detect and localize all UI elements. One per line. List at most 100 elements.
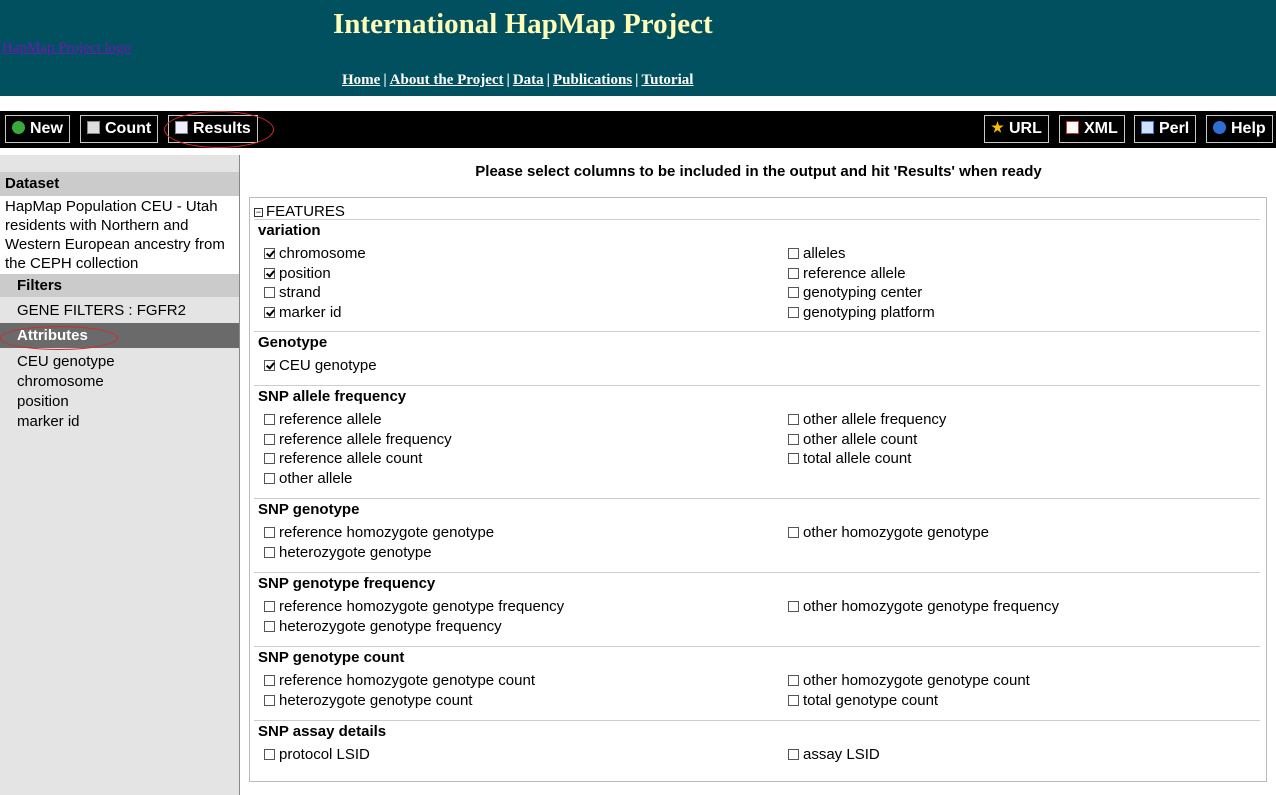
attribute-option[interactable]: heterozygote genotype count xyxy=(264,691,472,711)
filters-heading[interactable]: Filters xyxy=(0,274,239,297)
attribute-checkbox[interactable] xyxy=(788,694,799,706)
nav-link-home[interactable]: Home xyxy=(342,72,380,88)
attribute-option[interactable]: other homozygote genotype xyxy=(788,523,989,543)
nav-link-tutorial[interactable]: Tutorial xyxy=(641,72,693,88)
hapmap-logo-link[interactable]: HapMap Project logo xyxy=(2,40,131,57)
attribute-option[interactable]: other homozygote genotype frequency xyxy=(788,597,1059,617)
sidebar: Dataset HapMap Population CEU - Utah res… xyxy=(0,155,240,795)
attribute-checkbox[interactable] xyxy=(788,306,799,318)
attribute-checkbox[interactable] xyxy=(264,749,275,760)
attribute-option[interactable]: total allele count xyxy=(788,449,911,469)
attribute-checkbox[interactable] xyxy=(788,267,799,279)
attribute-checkbox[interactable] xyxy=(788,414,799,425)
attribute-checkbox[interactable] xyxy=(264,248,275,259)
attribute-checkbox[interactable] xyxy=(264,601,275,612)
new-button[interactable]: New xyxy=(5,115,70,143)
attribute-checkbox[interactable] xyxy=(788,453,799,464)
attribute-summary-item: chromosome xyxy=(17,373,104,390)
instruction-text: Please select columns to be included in … xyxy=(475,163,1042,180)
attribute-option[interactable]: reference allele count xyxy=(264,449,422,469)
attribute-option-label: heterozygote genotype xyxy=(279,543,432,561)
attribute-checkbox[interactable] xyxy=(264,472,275,484)
attribute-option-label: heterozygote genotype frequency xyxy=(279,617,502,635)
refresh-icon xyxy=(12,121,25,134)
attribute-checkbox[interactable] xyxy=(264,414,275,425)
attribute-checkbox[interactable] xyxy=(264,360,275,371)
nav-link-about[interactable]: About the Project xyxy=(390,72,504,88)
attribute-option[interactable]: heterozygote genotype xyxy=(264,543,432,563)
features-group-header[interactable]: − FEATURES xyxy=(254,203,345,220)
url-button[interactable]: URL xyxy=(984,115,1049,143)
attribute-option[interactable]: protocol LSID xyxy=(264,745,370,765)
attribute-checkbox[interactable] xyxy=(264,694,275,706)
collapse-icon[interactable]: − xyxy=(254,208,263,217)
attribute-option-label: other allele xyxy=(279,469,353,487)
attribute-option[interactable]: other allele frequency xyxy=(788,410,946,430)
attribute-option[interactable]: genotyping platform xyxy=(788,303,935,323)
attribute-checkbox[interactable] xyxy=(788,248,799,259)
attribute-checkbox[interactable] xyxy=(264,675,275,686)
attribute-checkbox[interactable] xyxy=(788,433,799,445)
attribute-option-label: other allele count xyxy=(803,430,918,448)
attributes-heading[interactable]: Attributes xyxy=(0,323,239,348)
attribute-option-label: marker id xyxy=(279,303,342,321)
dataset-heading[interactable]: Dataset xyxy=(0,172,239,196)
attribute-option-label: reference homozygote genotype count xyxy=(279,672,536,689)
attribute-checkbox[interactable] xyxy=(264,287,275,298)
site-header: HapMap Project logo International HapMap… xyxy=(0,0,1276,96)
attribute-option[interactable]: strand xyxy=(264,283,321,303)
attribute-option-label: alleles xyxy=(803,245,846,262)
attribute-option-label: heterozygote genotype count xyxy=(279,691,473,709)
section-title: SNP allele frequency xyxy=(258,388,407,405)
attribute-option[interactable]: assay LSID xyxy=(788,745,880,765)
attribute-checkbox[interactable] xyxy=(788,527,799,538)
attribute-checkbox[interactable] xyxy=(264,527,275,538)
count-button[interactable]: Count xyxy=(80,115,159,143)
attribute-option[interactable]: marker id xyxy=(264,303,342,323)
nav-link-data[interactable]: Data xyxy=(513,72,544,88)
attribute-option[interactable]: reference homozygote genotype xyxy=(264,523,494,543)
section-title: Genotype xyxy=(258,334,328,351)
attribute-checkbox[interactable] xyxy=(264,453,275,464)
attribute-option-label: chromosome xyxy=(279,245,366,262)
attribute-option[interactable]: reference homozygote genotype frequency xyxy=(264,597,564,617)
attribute-checkbox[interactable] xyxy=(264,620,275,632)
attribute-option-label: genotyping platform xyxy=(803,303,935,321)
attribute-checkbox[interactable] xyxy=(264,267,275,279)
attribute-option[interactable]: reference allele frequency xyxy=(264,430,452,450)
xml-button[interactable]: XML xyxy=(1059,115,1125,143)
attribute-option-label: reference allele xyxy=(279,411,382,428)
features-panel: − FEATURES variation chromosome position str… xyxy=(249,197,1267,782)
attribute-checkbox[interactable] xyxy=(264,546,275,558)
attribute-option[interactable]: reference allele xyxy=(788,264,906,284)
attribute-option[interactable]: CEU genotype xyxy=(264,356,377,376)
attribute-section: variation chromosome position strand marker … xyxy=(254,219,1260,331)
attribute-option[interactable]: heterozygote genotype frequency xyxy=(264,617,502,637)
attribute-checkbox[interactable] xyxy=(788,601,799,612)
attribute-option[interactable]: other homozygote genotype count xyxy=(788,671,1030,691)
section-title: variation xyxy=(258,222,321,239)
attribute-option-label: reference allele count xyxy=(279,450,423,467)
attribute-option[interactable]: other allele xyxy=(264,469,352,489)
attribute-checkbox[interactable] xyxy=(788,287,799,298)
attribute-option[interactable]: reference allele xyxy=(264,410,382,430)
attribute-option-label: reference allele xyxy=(803,264,906,282)
attribute-checkbox[interactable] xyxy=(788,675,799,686)
nav-link-publications[interactable]: Publications xyxy=(553,72,632,88)
section-title: SNP genotype xyxy=(258,501,360,518)
attribute-checkbox[interactable] xyxy=(788,749,799,760)
attribute-section: SNP genotype reference homozygote genotyp… xyxy=(254,498,1260,572)
attribute-option[interactable]: other allele count xyxy=(788,430,917,450)
attribute-option[interactable]: genotyping center xyxy=(788,283,922,303)
attribute-checkbox[interactable] xyxy=(264,433,275,445)
attribute-option[interactable]: position xyxy=(264,264,331,284)
help-button[interactable]: Help xyxy=(1206,115,1273,143)
attribute-option[interactable]: total genotype count xyxy=(788,691,938,711)
results-button[interactable]: Results xyxy=(168,115,258,143)
attribute-option[interactable]: chromosome xyxy=(264,244,366,264)
attribute-option[interactable]: alleles xyxy=(788,244,846,264)
perl-button[interactable]: Perl xyxy=(1134,115,1197,143)
attribute-option-label: reference homozygote genotype frequency xyxy=(279,598,565,615)
attribute-option[interactable]: reference homozygote genotype count xyxy=(264,671,535,691)
attribute-checkbox[interactable] xyxy=(264,306,275,318)
